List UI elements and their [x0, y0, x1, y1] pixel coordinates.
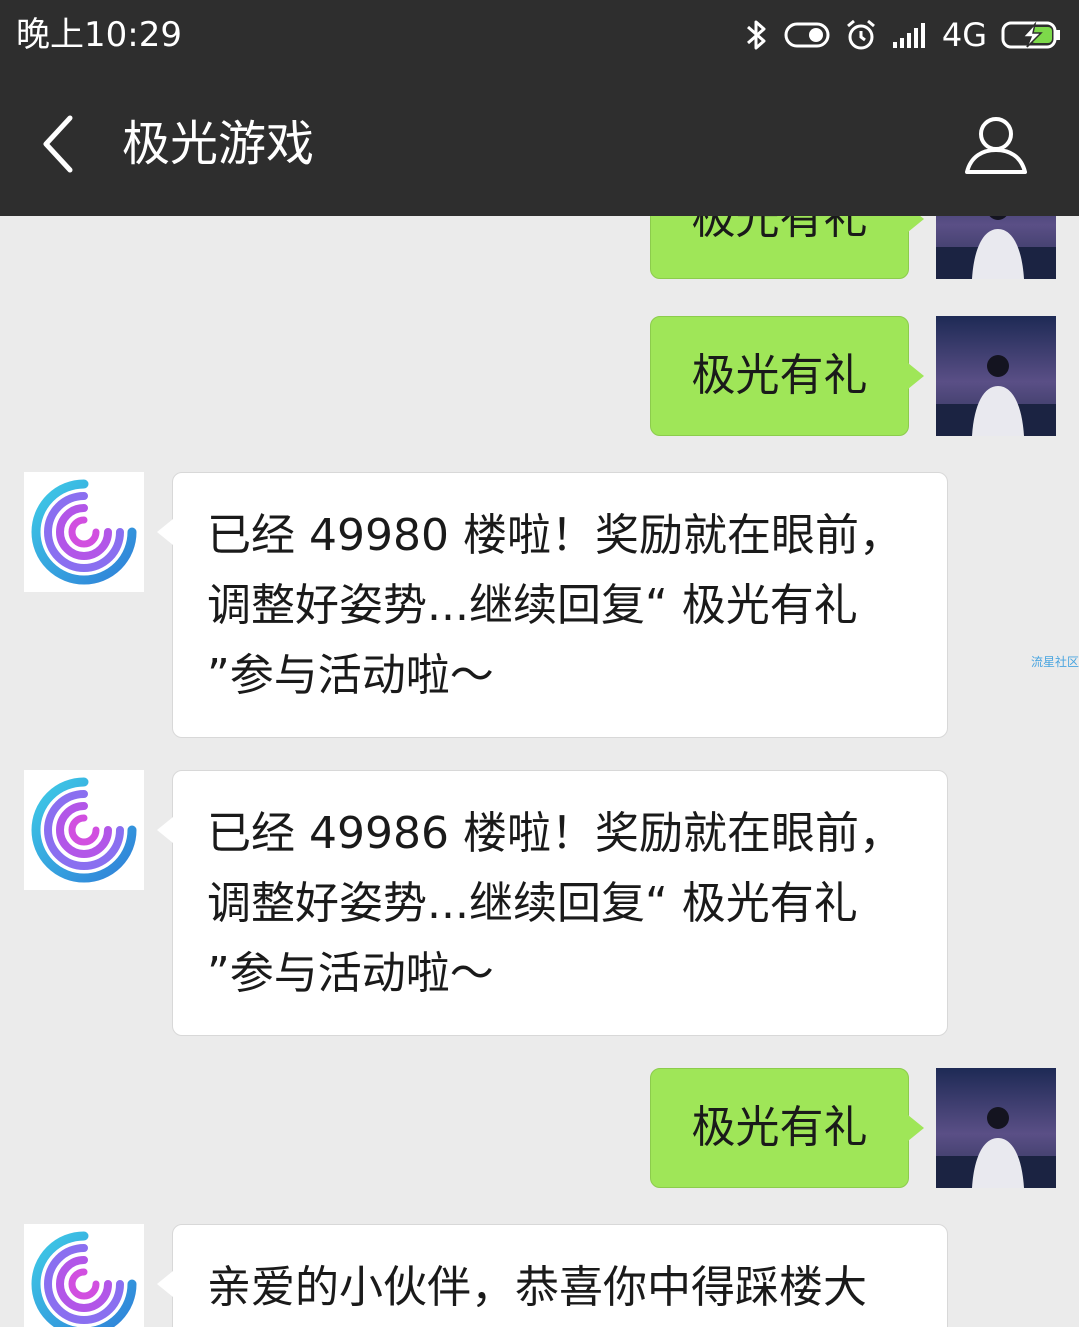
chat-title: 极光游戏	[122, 116, 315, 172]
user-avatar[interactable]	[936, 1068, 1056, 1188]
network-label: 4G	[941, 16, 987, 54]
message-bubble-incoming[interactable]: 已经 49986 楼啦！奖励就在眼前，调整好姿势...继续回复“ 极光有礼 ”参…	[157, 770, 948, 1036]
watermark: 流星社区	[1030, 655, 1079, 669]
status-icons: 4G	[742, 14, 1063, 56]
message-bubble-outgoing[interactable]: 极光有礼	[650, 316, 924, 436]
message-list[interactable]: 极光有礼 极光有礼 已经 49980 楼啦！奖励就在眼前，调整好姿势...继续回…	[0, 216, 1079, 1327]
signal-icon	[892, 20, 928, 50]
user-icon	[963, 117, 1029, 182]
chat-header: 极光游戏	[0, 72, 1079, 216]
status-bar: 晚上10:29 4G	[0, 0, 1079, 72]
back-button[interactable]	[30, 108, 90, 180]
user-avatar[interactable]	[936, 316, 1056, 436]
bot-avatar[interactable]	[24, 1224, 144, 1327]
status-time: 晚上10:29	[16, 15, 182, 55]
bot-avatar[interactable]	[24, 472, 144, 592]
message-bubble-outgoing[interactable]: 极光有礼	[650, 1068, 924, 1188]
message-bubble-incoming[interactable]: 亲爱的小伙伴，恭喜你中得踩楼大	[157, 1224, 948, 1327]
contact-info-button[interactable]	[963, 112, 1029, 178]
bot-avatar[interactable]	[24, 770, 144, 890]
toggle-icon	[784, 20, 830, 50]
bluetooth-icon	[742, 18, 770, 52]
alarm-icon	[844, 18, 878, 52]
battery-charging-icon	[1001, 20, 1063, 50]
message-bubble-outgoing[interactable]: 极光有礼	[650, 216, 924, 279]
user-avatar[interactable]	[936, 216, 1056, 279]
message-bubble-incoming[interactable]: 已经 49980 楼啦！奖励就在眼前，调整好姿势...继续回复“ 极光有礼 ”参…	[157, 472, 948, 738]
chevron-left-icon	[30, 115, 90, 184]
